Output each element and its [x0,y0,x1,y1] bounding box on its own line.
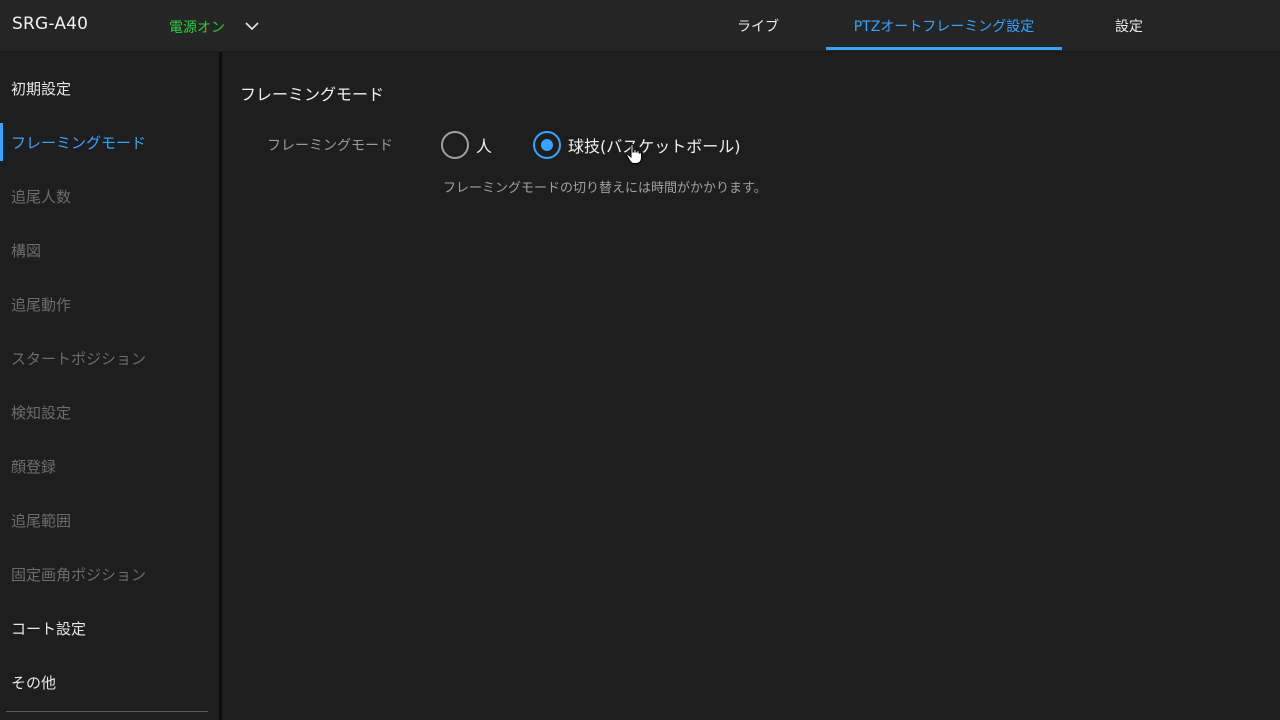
radio-circle[interactable] [533,131,561,159]
sidebar-item-face-registration: 顔登録 [0,439,219,493]
top-bar: SRG-A40 電源オン ライブ PTZオートフレーミング設定 設定 [0,0,1280,52]
sidebar-item-tracking-count: 追尾人数 [0,169,219,223]
sidebar-item-other[interactable]: その他 [0,655,219,709]
radio-person[interactable]: 人 [441,130,492,160]
active-tab-underline [826,47,1062,50]
sidebar-item-label: コート設定 [11,619,87,638]
radio-circle[interactable] [441,131,469,159]
framing-mode-hint: フレーミングモードの切り替えには時間がかかります。 [443,181,767,196]
sidebar-item-initial-settings[interactable]: 初期設定 [0,61,219,115]
tab-live-label: ライブ [737,19,779,35]
sidebar-item-label: 初期設定 [11,79,72,98]
sidebar-item-tracking-range: 追尾範囲 [0,493,219,547]
sidebar-item-label: スタートポジション [11,349,147,368]
radio-person-label: 人 [476,137,493,156]
active-item-marker [0,123,3,161]
device-name: SRG-A40 [12,14,89,34]
sidebar-item-label: その他 [11,673,57,692]
sidebar-item-label: 追尾動作 [11,295,72,314]
sidebar-item-detection-settings: 検知設定 [0,385,219,439]
sidebar-divider [219,52,222,720]
framing-mode-label: フレーミングモード [267,138,393,154]
sidebar-item-start-position: スタートポジション [0,331,219,385]
power-status[interactable]: 電源オン [169,17,225,37]
tab-settings[interactable]: 設定 [1090,0,1168,52]
sidebar-item-court-settings[interactable]: コート設定 [0,601,219,655]
sidebar-item-label: フレーミングモード [11,133,147,152]
tab-ptz-label: PTZオートフレーミング設定 [853,19,1035,35]
sidebar-item-composition: 構図 [0,223,219,277]
sidebar-item-label: 顔登録 [11,457,57,476]
radio-basketball-label: 球技(バスケットボール) [568,137,741,156]
sidebar-item-label: 構図 [11,241,42,260]
hand-pointer-icon [626,143,642,164]
tab-live[interactable]: ライブ [718,0,798,52]
section-title: フレーミングモード [240,85,385,104]
sidebar-item-tracking-behavior: 追尾動作 [0,277,219,331]
sidebar-item-label: 追尾範囲 [11,511,72,530]
tab-settings-label: 設定 [1115,19,1143,35]
sidebar-item-label: 固定画角ポジション [11,565,147,584]
sidebar-item-label: 追尾人数 [11,187,72,206]
tab-ptz-auto-framing[interactable]: PTZオートフレーミング設定 [826,0,1062,52]
app: SRG-A40 電源オン ライブ PTZオートフレーミング設定 設定 初期設定 … [0,0,1280,720]
sidebar-item-label: 検知設定 [11,403,72,422]
sidebar-item-framing-mode[interactable]: フレーミングモード [0,115,219,169]
sidebar-scroll-indicator [6,711,208,712]
chevron-down-icon[interactable] [243,17,261,35]
sidebar: 初期設定 フレーミングモード 追尾人数 構図 追尾動作 スタートポジション 検知… [0,52,219,720]
sidebar-item-fixed-angle-position: 固定画角ポジション [0,547,219,601]
